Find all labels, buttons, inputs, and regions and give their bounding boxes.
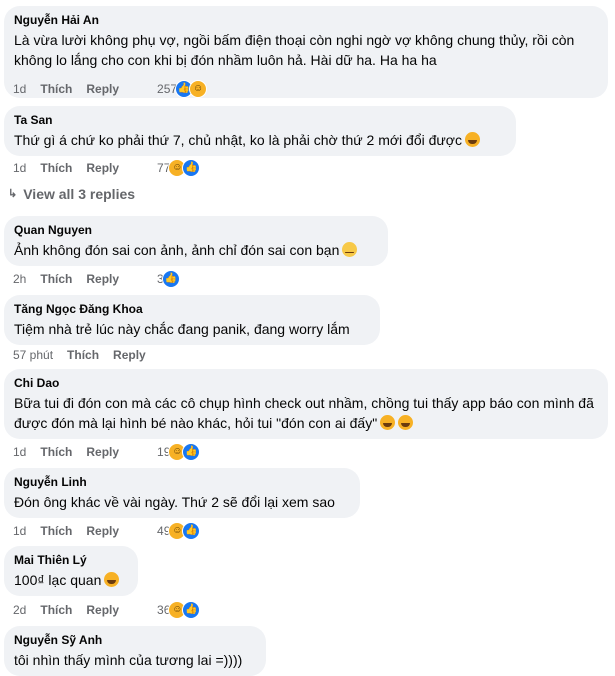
comment-bubble: Ta San Thứ gì á chứ ko phải thứ 7, chủ n… [4, 106, 516, 156]
reply-button[interactable]: Reply [86, 445, 119, 459]
like-button[interactable]: Thích [40, 445, 72, 459]
reaction-summary[interactable]: 77 ☺ 👍 [157, 159, 201, 177]
comment-text: Bữa tui đi đón con mà các cô chụp hình c… [14, 393, 598, 433]
like-button[interactable]: Thích [40, 524, 72, 538]
laughing-emoji-icon [104, 572, 120, 587]
comment-author[interactable]: Quan Nguyen [14, 223, 378, 238]
comment-text: tôi nhìn thấy mình của tương lai =)))) [14, 652, 243, 668]
reaction-summary[interactable]: 36 ☺ 👍 [157, 601, 201, 619]
comment-text-content: 100₫ lạc quan [14, 572, 102, 588]
comment-actions: 2d Thích Reply 36 ☺ 👍 [13, 601, 201, 619]
comment-text: Thứ gì á chứ ko phải thứ 7, chủ nhật, ko… [14, 130, 506, 150]
comment-time[interactable]: 1d [13, 82, 26, 96]
reply-button[interactable]: Reply [86, 272, 119, 286]
reply-button[interactable]: Reply [86, 82, 119, 96]
comment-author[interactable]: Ta San [14, 113, 506, 128]
like-button[interactable]: Thích [40, 272, 72, 286]
like-button[interactable]: Thích [40, 82, 72, 96]
laughing-emoji-icon [380, 415, 396, 430]
like-button[interactable]: Thích [67, 348, 99, 362]
comment-bubble: Chi Dao Bữa tui đi đón con mà các cô chụ… [4, 369, 608, 439]
comment-bubble: Nguyễn Linh Đón ông khác về vài ngày. Th… [4, 468, 360, 518]
comment-text: Đón ông khác về vài ngày. Thứ 2 sẽ đổi l… [14, 494, 335, 510]
like-icon: 👍 [182, 601, 201, 619]
comment-actions: 1d Thích Reply 77 ☺ 👍 [13, 159, 201, 177]
haha-icon: ☺ [189, 80, 208, 98]
comment-text-content: Ảnh không đón sai con ảnh, ảnh chỉ đón s… [14, 242, 340, 258]
comment-bubble: Nguyễn Sỹ Anh tôi nhìn thấy mình của tươ… [4, 626, 266, 676]
comment-bubble: Tăng Ngọc Đăng Khoa Tiệm nhà trẻ lúc này… [4, 295, 380, 345]
like-icon: 👍 [182, 159, 201, 177]
comment-actions: 57 phút Thích Reply [13, 347, 160, 363]
comment-actions: 1d Thích Reply 49 ☺ 👍 [13, 522, 201, 540]
reply-arrow-icon: ↳ [8, 187, 18, 200]
reaction-summary[interactable]: 49 ☺ 👍 [157, 522, 201, 540]
like-icon: 👍 [182, 443, 201, 461]
reaction-summary[interactable]: 19 ☺ 👍 [157, 443, 201, 461]
comment-bubble: Mai Thiên Lý 100₫ lạc quan [4, 546, 138, 596]
reaction-summary[interactable]: 257 👍 ☺ [157, 80, 208, 98]
worried-emoji-icon [342, 242, 358, 257]
comment-author[interactable]: Mai Thiên Lý [14, 553, 128, 568]
like-button[interactable]: Thích [40, 161, 72, 175]
comment-text: 100₫ lạc quan [14, 570, 128, 590]
comment-time[interactable]: 1d [13, 445, 26, 459]
like-icon: 👍 [161, 270, 180, 288]
comment-text-content: Thứ gì á chứ ko phải thứ 7, chủ nhật, ko… [14, 132, 462, 148]
reply-button[interactable]: Reply [113, 348, 146, 362]
comment-author[interactable]: Nguyễn Linh [14, 475, 350, 490]
view-all-replies-link[interactable]: ↳ View all 3 replies [8, 186, 135, 202]
comment-author[interactable]: Chi Dao [14, 376, 598, 391]
comment-time[interactable]: 2d [13, 603, 26, 617]
reply-button[interactable]: Reply [86, 524, 119, 538]
like-icon: 👍 [182, 522, 201, 540]
comment-text-content: Bữa tui đi đón con mà các cô chụp hình c… [14, 395, 598, 431]
comment-time[interactable]: 2h [13, 272, 26, 286]
comment-time[interactable]: 57 phút [13, 348, 53, 362]
comment-time[interactable]: 1d [13, 524, 26, 538]
laughing-emoji-icon [398, 415, 414, 430]
comment-author[interactable]: Nguyễn Sỹ Anh [14, 633, 256, 648]
comment-author[interactable]: Tăng Ngọc Đăng Khoa [14, 302, 370, 317]
comment-text: Là vừa lười không phụ vợ, ngồi bấm điện … [14, 32, 579, 68]
comment-time[interactable]: 1d [13, 161, 26, 175]
comment-text: Tiệm nhà trẻ lúc này chắc đang panik, đa… [14, 321, 350, 337]
comment-actions: 1d Thích Reply 19 ☺ 👍 [13, 443, 201, 461]
comment-author[interactable]: Nguyễn Hải An [14, 13, 598, 28]
reply-button[interactable]: Reply [86, 603, 119, 617]
laughing-emoji-icon [464, 132, 480, 147]
comment-bubble: Quan Nguyen Ảnh không đón sai con ảnh, ả… [4, 216, 388, 266]
like-button[interactable]: Thích [40, 603, 72, 617]
comment-actions: 2h Thích Reply 3 👍 [13, 270, 180, 288]
reply-button[interactable]: Reply [86, 161, 119, 175]
view-replies-label: View all 3 replies [23, 186, 136, 202]
comment-actions: 1d Thích Reply 257 👍 ☺ [13, 80, 208, 98]
reaction-summary[interactable]: 3 👍 [157, 270, 180, 288]
comment-text: Ảnh không đón sai con ảnh, ảnh chỉ đón s… [14, 240, 378, 260]
reaction-count: 257 [157, 82, 178, 96]
